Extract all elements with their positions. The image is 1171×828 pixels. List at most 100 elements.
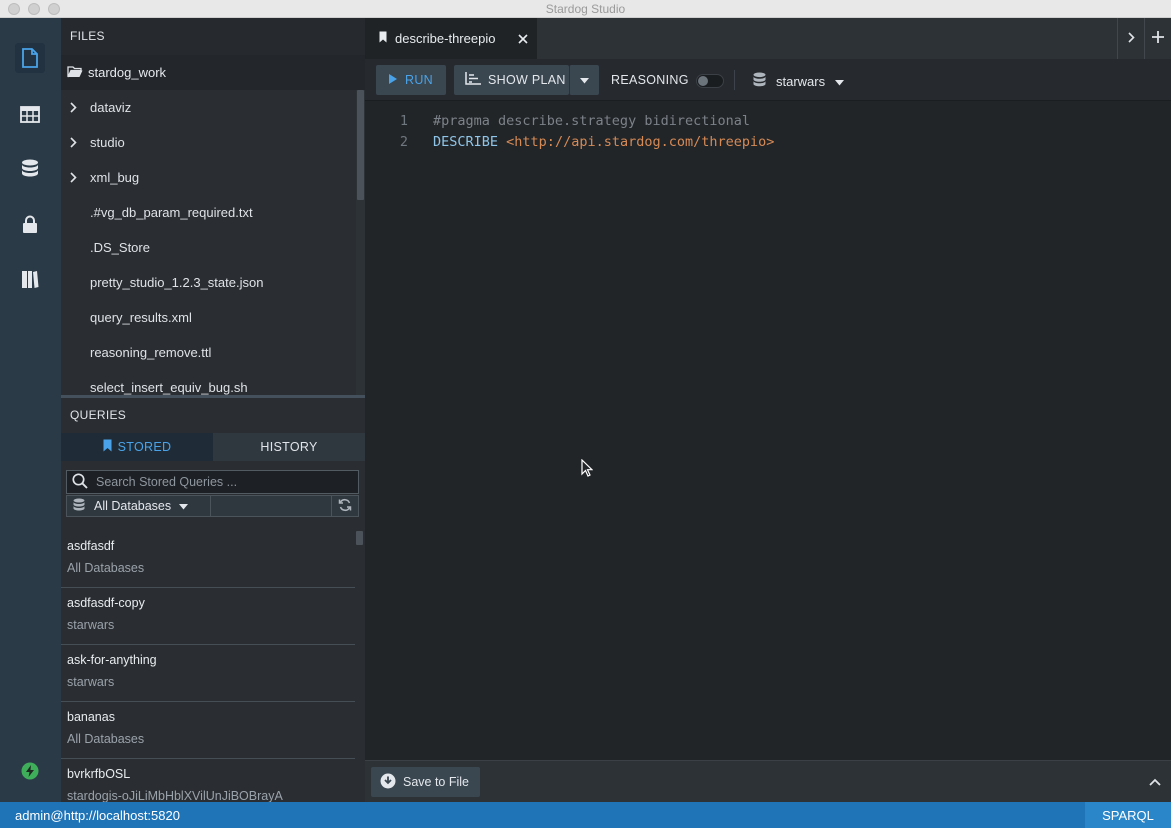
query-database: starwars bbox=[67, 675, 115, 689]
stored-query-item[interactable]: bvrkrfbOSL stardogis-oJiLiMbHblXVilUnJiB… bbox=[61, 759, 355, 802]
stored-queries-list: asdfasdf All Databases asdfasdf-copy sta… bbox=[61, 531, 365, 802]
show-plan-dropdown[interactable] bbox=[569, 65, 599, 95]
chevron-right-icon bbox=[61, 172, 90, 183]
queries-scrollbar[interactable] bbox=[355, 531, 365, 802]
close-icon bbox=[518, 32, 528, 47]
connection-status-button[interactable] bbox=[15, 756, 45, 786]
stored-query-search[interactable] bbox=[66, 470, 359, 494]
search-icon bbox=[72, 472, 88, 492]
stored-query-item[interactable]: asdfasdf All Databases bbox=[61, 531, 355, 588]
editor-tab-bar: describe-threepio bbox=[365, 18, 1171, 59]
plan-icon bbox=[465, 72, 488, 88]
iri-token: <http://api.stardog.com/threepio> bbox=[506, 134, 775, 150]
file-item[interactable]: query_results.xml bbox=[61, 300, 365, 335]
queries-scrollbar-thumb[interactable] bbox=[356, 531, 363, 545]
run-button[interactable]: RUN bbox=[376, 65, 446, 95]
bookmark-icon bbox=[103, 439, 118, 455]
query-name: asdfasdf bbox=[67, 539, 115, 553]
close-tab-button[interactable] bbox=[518, 32, 528, 47]
file-item[interactable]: .#vg_db_param_required.txt bbox=[61, 195, 365, 230]
file-item[interactable]: pretty_studio_1.2.3_state.json bbox=[61, 265, 365, 300]
code-line: 2 DESCRIBE <http://api.stardog.com/three… bbox=[365, 132, 1171, 153]
new-tab-button[interactable] bbox=[1144, 18, 1171, 59]
refresh-queries-button[interactable] bbox=[331, 495, 359, 517]
reasoning-toggle[interactable] bbox=[696, 74, 724, 88]
folder-item[interactable]: studio bbox=[61, 125, 365, 160]
chevron-right-icon bbox=[61, 137, 90, 148]
query-name: bvrkrfbOSL bbox=[67, 767, 131, 781]
editor-tab[interactable]: describe-threepio bbox=[365, 18, 537, 59]
stored-query-item[interactable]: asdfasdf-copy starwars bbox=[61, 588, 355, 645]
keyword-token: DESCRIBE bbox=[433, 134, 499, 150]
editor-tab-title: describe-threepio bbox=[395, 31, 496, 46]
query-name: bananas bbox=[67, 710, 115, 724]
filter-spacer bbox=[211, 495, 331, 517]
reasoning-label: REASONING bbox=[611, 73, 689, 87]
data-model-nav-button[interactable] bbox=[15, 99, 45, 129]
query-toolbar: RUN SHOW PLAN REASONING starwars bbox=[365, 59, 1171, 101]
line-content: DESCRIBE <http://api.stardog.com/threepi… bbox=[433, 132, 774, 153]
query-name: asdfasdf-copy bbox=[67, 596, 145, 610]
run-label: RUN bbox=[405, 73, 433, 87]
tab-history[interactable]: HISTORY bbox=[213, 433, 365, 461]
root-folder[interactable]: stardog_work bbox=[61, 55, 365, 90]
database-select[interactable]: starwars bbox=[753, 72, 845, 90]
database-icon bbox=[73, 498, 85, 515]
refresh-icon bbox=[338, 498, 352, 515]
databases-nav-button[interactable] bbox=[15, 154, 45, 184]
toolbar-divider bbox=[734, 70, 735, 90]
file-item[interactable]: select_insert_equiv_bug.sh bbox=[61, 370, 365, 395]
security-nav-button[interactable] bbox=[15, 209, 45, 239]
folder-item[interactable]: dataviz bbox=[61, 90, 365, 125]
stored-query-item[interactable]: ask-for-anything starwars bbox=[61, 645, 355, 702]
caret-down-icon bbox=[580, 73, 589, 87]
files-nav-button[interactable] bbox=[15, 43, 45, 73]
scroll-tabs-button[interactable] bbox=[1117, 18, 1144, 59]
search-input[interactable] bbox=[88, 475, 358, 489]
expand-results-button[interactable] bbox=[1149, 774, 1161, 789]
folder-label: xml_bug bbox=[90, 170, 140, 185]
tab-stored[interactable]: STORED bbox=[61, 433, 213, 461]
connection-status[interactable]: admin@http://localhost:5820 bbox=[15, 808, 180, 823]
window-titlebar: Stardog Studio bbox=[0, 0, 1171, 18]
files-scrollbar[interactable] bbox=[356, 90, 365, 395]
query-database: All Databases bbox=[67, 561, 145, 575]
files-header: FILES bbox=[61, 18, 365, 55]
code-editor[interactable]: 1 #pragma describe.strategy bidirectiona… bbox=[365, 111, 1171, 153]
database-select-label: starwars bbox=[776, 73, 826, 89]
editor-area: describe-threepio RUN SHOW PLAN REASONIN… bbox=[365, 18, 1171, 802]
docs-nav-button[interactable] bbox=[15, 264, 45, 294]
save-to-file-button[interactable]: Save to File bbox=[371, 767, 480, 797]
file-item[interactable]: reasoning_remove.ttl bbox=[61, 335, 365, 370]
table-icon bbox=[20, 105, 40, 123]
database-filter-select[interactable]: All Databases bbox=[66, 495, 211, 517]
files-panel: FILES stardog_work dataviz studio xml_bu… bbox=[61, 18, 365, 395]
queries-tabs: STORED HISTORY bbox=[61, 433, 365, 461]
bolt-icon bbox=[21, 762, 39, 780]
plus-icon bbox=[1152, 31, 1164, 46]
mouse-pointer-icon bbox=[581, 458, 594, 480]
queries-header: QUERIES bbox=[61, 398, 365, 433]
folder-label: studio bbox=[90, 135, 125, 150]
query-database: starwars bbox=[67, 618, 115, 632]
caret-down-icon bbox=[179, 499, 189, 513]
files-scrollbar-thumb[interactable] bbox=[357, 90, 364, 200]
show-plan-button[interactable]: SHOW PLAN bbox=[454, 65, 569, 95]
folder-item[interactable]: xml_bug bbox=[61, 160, 365, 195]
database-icon bbox=[21, 159, 39, 179]
query-name: ask-for-anything bbox=[67, 653, 157, 667]
file-tree: dataviz studio xml_bug .#vg_db_param_req… bbox=[61, 90, 365, 395]
save-to-file-label: Save to File bbox=[403, 775, 470, 789]
folder-open-icon bbox=[67, 65, 88, 81]
stored-query-item[interactable]: bananas All Databases bbox=[61, 702, 355, 759]
file-item[interactable]: .DS_Store bbox=[61, 230, 365, 265]
query-filter-row: All Databases bbox=[66, 495, 359, 517]
show-plan-label: SHOW PLAN bbox=[488, 73, 566, 87]
download-icon bbox=[380, 773, 403, 792]
icon-rail bbox=[0, 18, 61, 802]
query-database: stardogis-oJiLiMbHblXVilUnJiBOBrayA bbox=[67, 789, 283, 802]
language-mode[interactable]: SPARQL bbox=[1085, 802, 1171, 828]
line-number: 2 bbox=[399, 134, 408, 150]
window-title: Stardog Studio bbox=[545, 2, 626, 16]
